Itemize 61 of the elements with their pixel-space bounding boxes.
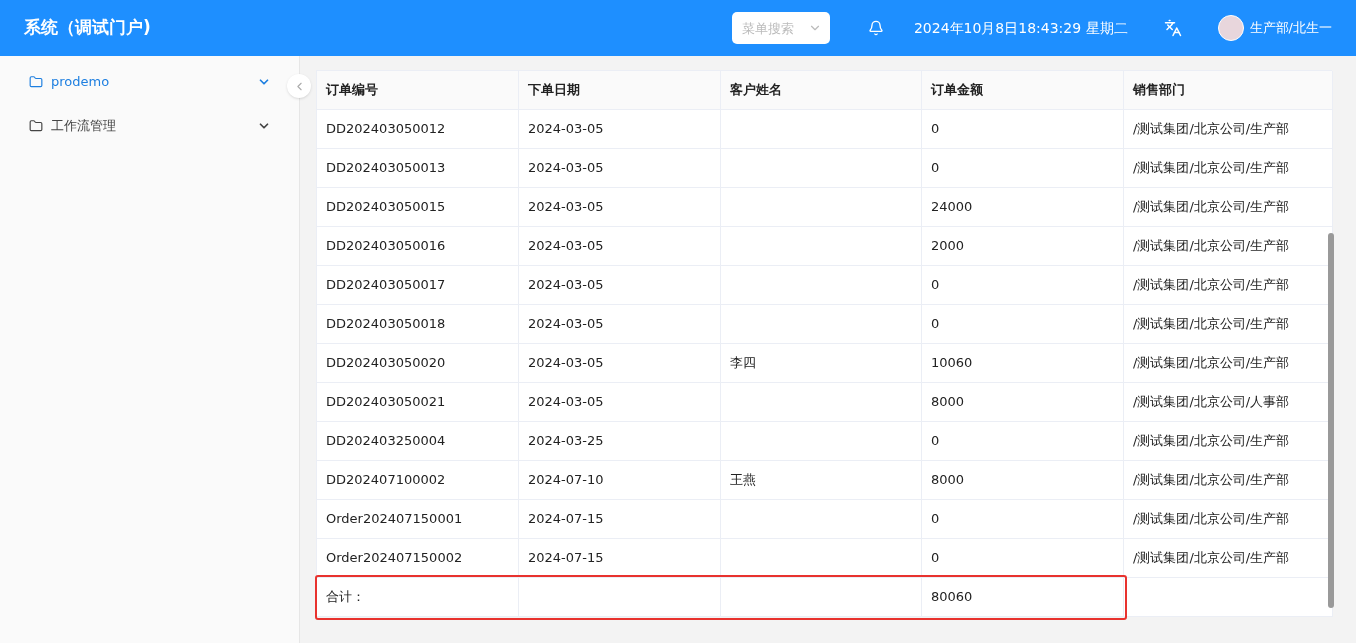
table-cell: 0: [922, 110, 1124, 149]
table-cell: 2024-03-05: [519, 305, 721, 344]
table-cell: 2024-03-05: [519, 188, 721, 227]
app-title: 系统（调试门户): [24, 16, 151, 40]
table-cell: DD202403050021: [317, 383, 519, 422]
table-cell: /测试集团/北京公司/生产部: [1124, 110, 1333, 149]
table-cell: DD202407100002: [317, 461, 519, 500]
table-cell: DD202403050015: [317, 188, 519, 227]
folder-icon: [29, 119, 43, 133]
table-cell: 王燕: [721, 461, 922, 500]
datetime: 2024年10月8日18:43:29 星期二: [913, 18, 1128, 38]
table-cell: Order202407150001: [317, 500, 519, 539]
table-cell: 2024-07-10: [519, 461, 721, 500]
table-cell: 24000: [922, 188, 1124, 227]
table-cell: DD202403250004: [317, 422, 519, 461]
folder-icon: [29, 75, 43, 89]
table-cell: DD202403050020: [317, 344, 519, 383]
table-cell: 2024-03-05: [519, 227, 721, 266]
table-cell: /测试集团/北京公司/生产部: [1124, 149, 1333, 188]
sidebar-item[interactable]: 工作流管理: [0, 104, 283, 148]
table-cell: 0: [922, 305, 1124, 344]
table-cell: DD202403050017: [317, 266, 519, 305]
table-cell: 8000: [922, 383, 1124, 422]
column-header: 下单日期: [519, 71, 721, 110]
table-cell: 李四: [721, 344, 922, 383]
table-cell: 2000: [922, 227, 1124, 266]
table-cell: DD202403050018: [317, 305, 519, 344]
table-cell: 2024-03-05: [519, 266, 721, 305]
column-header: 订单金额: [922, 71, 1124, 110]
table-cell: 2024-07-15: [519, 500, 721, 539]
table-cell: 2024-03-05: [519, 344, 721, 383]
table-cell: 10060: [922, 344, 1124, 383]
user-name[interactable]: 生产部/北生一: [1249, 18, 1332, 38]
notification-icon[interactable]: [867, 20, 884, 36]
collapse-button[interactable]: [287, 74, 311, 98]
column-header: 销售部门: [1124, 71, 1333, 110]
table-cell: DD202403050013: [317, 149, 519, 188]
avatar[interactable]: [1217, 15, 1244, 41]
table-cell: 0: [922, 539, 1124, 578]
table-cell: 8000: [922, 461, 1124, 500]
table-cell: 0: [922, 500, 1124, 539]
table-cell: 0: [922, 149, 1124, 188]
table-cell: 2024-03-05: [519, 110, 721, 149]
total-cell: 合计：: [317, 578, 519, 617]
table-cell: 2024-03-25: [519, 422, 721, 461]
sidebar-item[interactable]: prodemo: [0, 60, 283, 104]
column-header: 客户姓名: [721, 71, 922, 110]
column-header: 订单编号: [317, 71, 519, 110]
table-cell: /测试集团/北京公司/生产部: [1124, 188, 1333, 227]
table-cell: 0: [922, 266, 1124, 305]
table-cell: DD202403050016: [317, 227, 519, 266]
table-cell: 2024-03-05: [519, 149, 721, 188]
total-cell: 80060: [922, 578, 1124, 617]
table-cell: 2024-03-05: [519, 383, 721, 422]
table-cell: 2024-07-15: [519, 539, 721, 578]
table-cell: DD202403050012: [317, 110, 519, 149]
table-cell: Order202407150002: [317, 539, 519, 578]
scrollbar-thumb[interactable]: [1328, 233, 1334, 608]
table-cell: 0: [922, 422, 1124, 461]
translate-icon[interactable]: [1163, 19, 1182, 37]
menu-search-field[interactable]: 菜单搜索: [731, 12, 830, 44]
